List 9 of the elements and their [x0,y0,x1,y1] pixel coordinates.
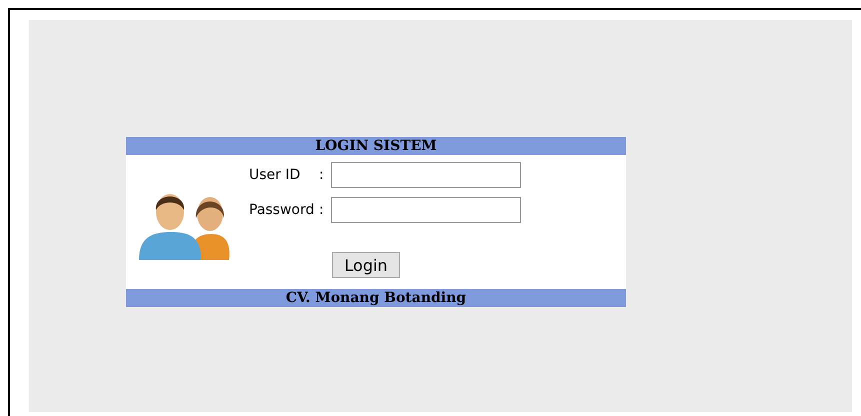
field-label: User ID [249,167,302,183]
input-field[interactable] [331,197,521,223]
login-title: LOGIN SISTEM [126,137,626,155]
company-name: CV. Monang Botanding [126,289,626,307]
input-field[interactable] [331,162,521,188]
login-button[interactable]: Login [332,252,400,278]
colon: : [319,202,325,218]
field-label: Password [249,202,316,218]
colon: : [319,167,325,183]
